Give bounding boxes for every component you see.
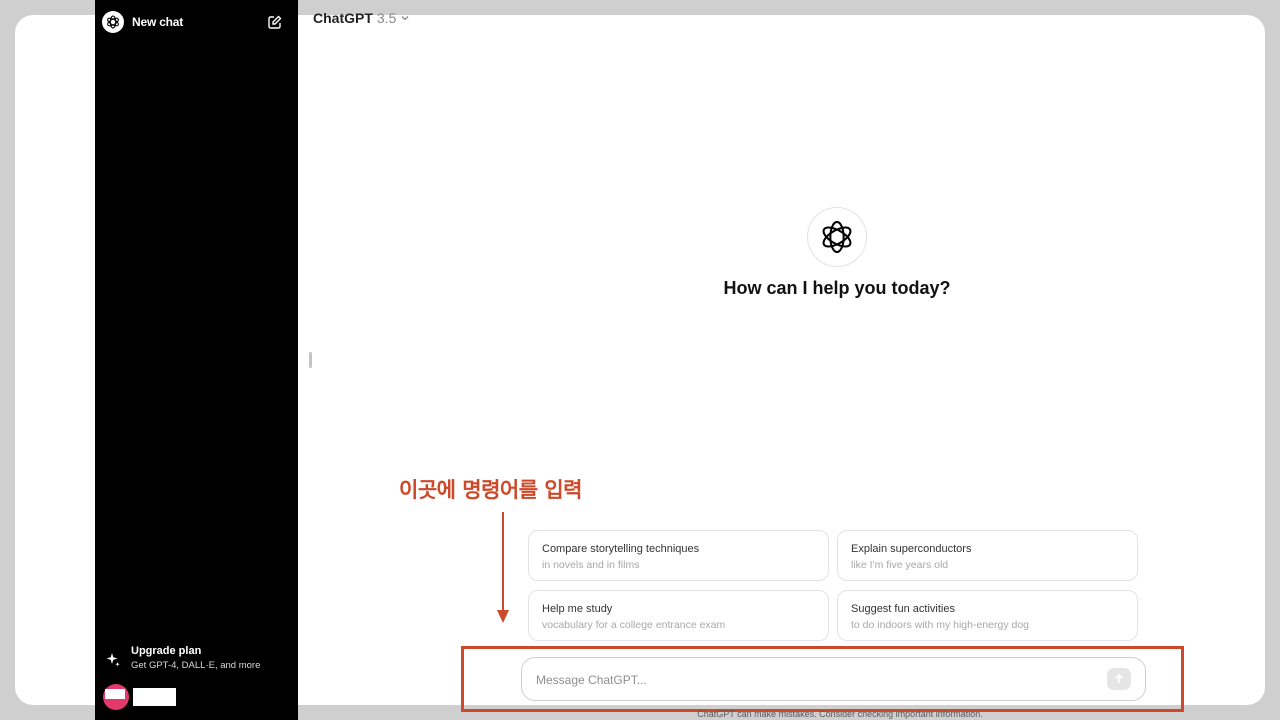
new-chat-label: New chat (132, 15, 184, 29)
openai-logo-icon (102, 11, 124, 33)
suggestion-card[interactable]: Compare storytelling techniques in novel… (528, 530, 829, 581)
suggestion-title: Help me study (542, 603, 613, 615)
suggestion-title: Explain superconductors (851, 543, 972, 555)
message-composer[interactable] (521, 657, 1146, 701)
suggestion-subtitle: like I'm five years old (851, 559, 949, 571)
sparkle-icon (106, 653, 120, 667)
suggestion-subtitle: in novels and in films (542, 559, 640, 571)
upgrade-plan-title: Upgrade plan (131, 645, 202, 657)
new-chat-button[interactable]: New chat (101, 8, 291, 36)
message-input[interactable] (534, 667, 1098, 693)
upgrade-plan-subtitle: Get GPT-4, DALL·E, and more (131, 660, 261, 671)
annotation-arrow-head (497, 610, 509, 623)
model-version: 3.5 (376, 10, 397, 26)
suggestion-title: Suggest fun activities (851, 603, 955, 615)
user-menu[interactable] (103, 684, 293, 710)
model-name: ChatGPT (313, 10, 373, 26)
annotation-label: 이곳에 명령어를 입력 (399, 478, 583, 502)
send-button[interactable] (1107, 668, 1131, 690)
chevron-down-icon (401, 16, 409, 21)
sidebar: New chat Upgrade plan Get GPT-4, DALL·E,… (95, 0, 298, 720)
suggestion-card[interactable]: Suggest fun activities to do indoors wit… (837, 590, 1138, 641)
openai-logo-icon (807, 207, 867, 267)
greeting-heading: How can I help you today? (723, 278, 951, 298)
avatar (103, 684, 129, 710)
arrow-up-icon (1114, 673, 1124, 683)
edit-icon[interactable] (267, 14, 283, 30)
model-selector[interactable]: ChatGPT 3.5 (313, 9, 410, 27)
upgrade-plan-button[interactable]: Upgrade plan Get GPT-4, DALL·E, and more (105, 644, 290, 676)
annotation-arrow (502, 512, 504, 612)
redaction (105, 689, 125, 699)
suggestion-title: Compare storytelling techniques (542, 543, 700, 555)
username-redaction (133, 688, 176, 706)
suggestion-card[interactable]: Help me study vocabulary for a college e… (528, 590, 829, 641)
suggestion-card[interactable]: Explain superconductors like I'm five ye… (837, 530, 1138, 581)
sidebar-collapse-handle[interactable] (309, 352, 312, 368)
suggestion-subtitle: to do indoors with my high-energy dog (851, 619, 1030, 631)
disclaimer-text: ChatGPT can make mistakes. Consider chec… (697, 709, 983, 719)
suggestion-subtitle: vocabulary for a college entrance exam (542, 619, 726, 631)
